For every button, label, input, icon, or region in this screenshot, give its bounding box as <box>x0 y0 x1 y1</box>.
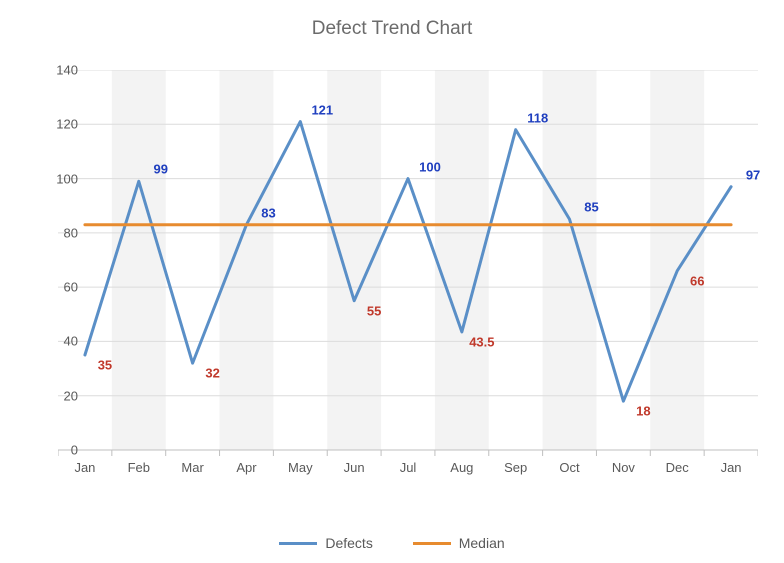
chart-container: Defect Trend Chart 0 20 40 60 80 100 120 140 Ja… <box>0 0 784 563</box>
data-label: 18 <box>636 404 650 419</box>
chart-title: Defect Trend Chart <box>0 18 784 40</box>
data-label: 85 <box>584 200 598 215</box>
plot-area <box>58 70 758 480</box>
data-label: 97 <box>746 167 760 182</box>
y-tick-label: 0 <box>48 443 78 458</box>
x-tick-label: May <box>288 460 313 475</box>
legend-label-median: Median <box>459 535 505 551</box>
y-tick-label: 140 <box>48 63 78 78</box>
x-tick-label: Mar <box>181 460 203 475</box>
x-tick-label: Apr <box>236 460 256 475</box>
data-label: 99 <box>154 162 168 177</box>
data-label: 66 <box>690 273 704 288</box>
data-label: 100 <box>419 159 441 174</box>
data-label: 121 <box>311 102 333 117</box>
legend-item-defects: Defects <box>279 535 372 551</box>
y-tick-label: 80 <box>48 225 78 240</box>
data-label: 83 <box>261 205 275 220</box>
legend-item-median: Median <box>413 535 505 551</box>
data-label: 55 <box>367 303 381 318</box>
data-label: 43.5 <box>469 334 494 349</box>
data-label: 32 <box>205 366 219 381</box>
legend-swatch-median <box>413 542 451 545</box>
legend: Defects Median <box>0 532 784 552</box>
x-tick-label: Sep <box>504 460 527 475</box>
y-tick-label: 20 <box>48 388 78 403</box>
x-tick-label: Jan <box>721 460 742 475</box>
y-tick-label: 60 <box>48 280 78 295</box>
x-tick-label: Dec <box>666 460 689 475</box>
data-label: 118 <box>527 110 548 125</box>
x-tick-label: Jan <box>74 460 95 475</box>
y-tick-label: 100 <box>48 171 78 186</box>
x-tick-label: Aug <box>450 460 473 475</box>
x-tick-label: Feb <box>128 460 150 475</box>
x-tick-label: Jul <box>400 460 417 475</box>
x-tick-label: Nov <box>612 460 635 475</box>
legend-swatch-defects <box>279 542 317 545</box>
y-tick-label: 120 <box>48 117 78 132</box>
legend-label-defects: Defects <box>325 535 372 551</box>
data-label: 35 <box>98 358 112 373</box>
x-tick-label: Jun <box>344 460 365 475</box>
chart-svg <box>58 70 758 480</box>
x-tick-label: Oct <box>559 460 579 475</box>
y-tick-label: 40 <box>48 334 78 349</box>
